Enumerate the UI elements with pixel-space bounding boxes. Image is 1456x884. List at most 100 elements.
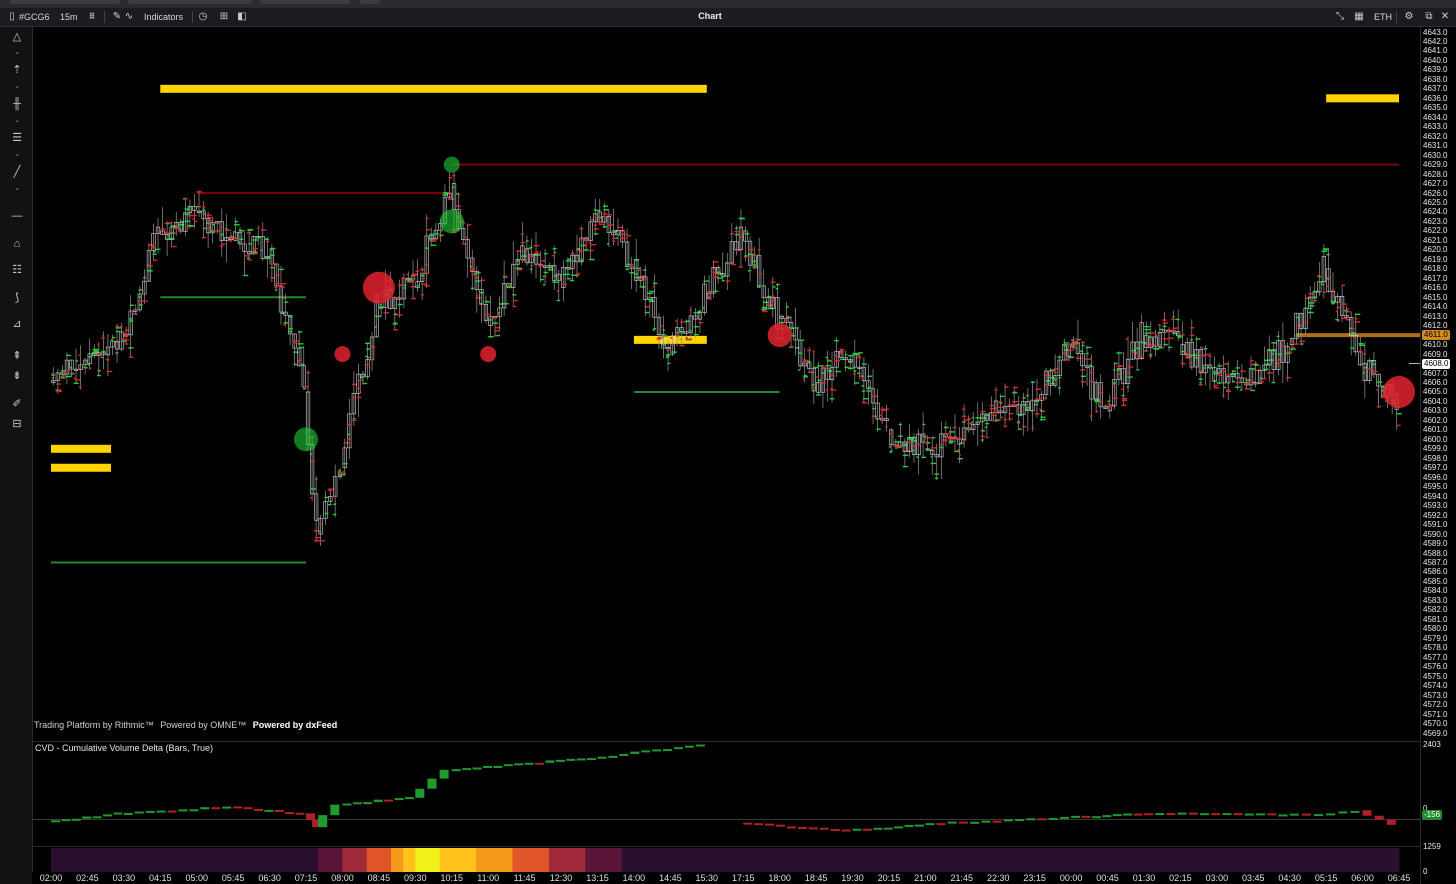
close-icon[interactable]: ✕ <box>1439 10 1451 23</box>
window-tab[interactable] <box>128 0 252 4</box>
footprint-cell <box>638 269 642 272</box>
fib-tool-icon[interactable]: ☰ <box>8 131 26 145</box>
trend-line-tool-icon[interactable]: ╱ <box>8 165 26 179</box>
footprint-cell <box>744 254 748 257</box>
footprint-cell <box>1098 385 1102 388</box>
footprint-cell <box>912 449 915 452</box>
footprint-cell <box>1035 399 1039 402</box>
price-tick-label: 4597.0 <box>1423 463 1448 473</box>
time-tick-label: 13:15 <box>586 873 609 883</box>
cvd-bar <box>373 799 383 803</box>
vertical-line-tool-icon[interactable]: ⇡ <box>8 63 26 77</box>
cross-line-tool-icon[interactable]: ╫ <box>8 97 26 111</box>
time-axis[interactable]: 02:00 02:45 03:30 04:15 05:00 05:45 06:30 07:15… <box>32 872 1420 884</box>
horizontal-line-tool-icon[interactable]: — <box>8 209 26 223</box>
chevron-down-icon[interactable]: ⌄ <box>12 117 22 125</box>
chevron-down-icon[interactable]: ⌄ <box>12 83 22 91</box>
footprint-cell <box>221 243 225 246</box>
cvd-bar <box>178 809 188 812</box>
time-tick-label: 05:45 <box>221 873 245 883</box>
cvd-indicator-label[interactable]: CVD - Cumulative Volume Delta (Bars, Tru… <box>35 743 213 753</box>
footprint-cell <box>685 337 689 339</box>
pane-divider[interactable] <box>32 741 1420 742</box>
window-tab[interactable] <box>260 0 350 4</box>
pane-divider[interactable] <box>32 846 1420 847</box>
cvd-bar <box>786 826 796 829</box>
footprint-cell <box>1244 377 1247 380</box>
short-position-icon[interactable]: ⇟ <box>8 369 26 383</box>
cvd-bar <box>883 827 893 830</box>
footprint-cell <box>421 274 425 277</box>
footprint-cell <box>1011 401 1018 403</box>
footprint-cell <box>120 340 126 342</box>
session-selector[interactable]: ETH <box>1374 11 1392 23</box>
window-tab[interactable] <box>10 0 120 4</box>
long-position-icon[interactable]: ⇞ <box>8 349 26 363</box>
time-tick-label: 20:15 <box>877 873 901 883</box>
window-tab[interactable] <box>360 0 380 4</box>
brush-icon[interactable]: ✐ <box>8 397 26 411</box>
footprint-cell <box>342 473 346 475</box>
footprint-cell <box>530 264 534 267</box>
collapse-icon[interactable]: ⤡ <box>1334 10 1346 23</box>
footprint-cell <box>425 217 429 220</box>
curve-tool-icon[interactable]: ⟆ <box>8 291 26 305</box>
cvd-bar <box>330 804 340 816</box>
footprint-cell <box>885 426 888 428</box>
footprint-cell <box>174 232 178 234</box>
cvd-bar <box>959 821 969 824</box>
footprint-cell <box>548 266 553 269</box>
cvd-bar <box>587 758 597 761</box>
footprint-cell <box>70 372 73 374</box>
footprint-cell <box>526 262 530 264</box>
footprint-cell <box>274 289 278 291</box>
time-tick-label: 21:00 <box>914 873 937 883</box>
footprint-cell <box>410 285 416 288</box>
object-list-icon[interactable]: ⊟ <box>8 417 26 431</box>
footprint-cell <box>97 343 100 346</box>
footprint-cell <box>456 205 462 207</box>
detach-icon[interactable]: ⧉ <box>1423 10 1435 23</box>
volume-heat-cell <box>1071 848 1083 872</box>
footprint-cell <box>1245 388 1251 390</box>
omne-logo: Powered by OMNE™ <box>160 720 247 730</box>
footprint-cell <box>1190 339 1193 341</box>
footprint-cell <box>260 249 263 251</box>
footprint-cell <box>266 240 269 243</box>
footprint-cell <box>1240 370 1246 373</box>
footprint-cell <box>689 309 692 311</box>
footprint-cell <box>866 390 872 392</box>
footprint-cell <box>1163 343 1168 346</box>
footprint-cell <box>671 351 677 353</box>
shape-tool-icon[interactable]: ⌂ <box>8 237 26 251</box>
volume-heat-cell <box>1227 848 1239 872</box>
settings-icon[interactable]: ⚙ <box>1403 10 1415 23</box>
footprint-cell <box>170 245 177 248</box>
footprint-cell <box>679 344 685 347</box>
pattern-tool-icon[interactable]: ☷ <box>8 263 26 277</box>
footprint-cell <box>138 296 143 298</box>
footprint-cell <box>1217 365 1223 367</box>
price-axis[interactable]: 2403 0 -156 1259 0 4643.0 4642.0 4641.0 464… <box>1420 27 1456 884</box>
footprint-cell <box>152 253 157 255</box>
chart-canvas[interactable] <box>32 27 1420 872</box>
buy-volume-bubble <box>294 427 319 452</box>
footprint-cell <box>1007 404 1011 406</box>
cvd-bar <box>415 788 425 798</box>
calendar-icon[interactable]: ▦ <box>1353 10 1365 23</box>
footprint-cell <box>484 301 490 303</box>
chevron-down-icon[interactable]: ⌄ <box>12 151 22 159</box>
chevron-down-icon[interactable]: ⌄ <box>12 185 22 193</box>
triangle-tool-icon[interactable]: △ <box>8 30 26 44</box>
chevron-down-icon[interactable]: ⌄ <box>12 49 22 57</box>
footprint-cell <box>603 215 607 218</box>
footprint-cell <box>717 277 723 279</box>
footprint-cell <box>1116 369 1121 371</box>
footprint-cell <box>406 273 409 276</box>
footprint-cell <box>101 337 105 340</box>
footprint-cell <box>1168 337 1174 339</box>
footprint-cell <box>925 437 932 439</box>
ruler-icon[interactable]: ⊿ <box>8 317 26 331</box>
volume-heat-cell <box>1323 848 1336 872</box>
price-tick-label: 4622.0 <box>1423 226 1448 236</box>
